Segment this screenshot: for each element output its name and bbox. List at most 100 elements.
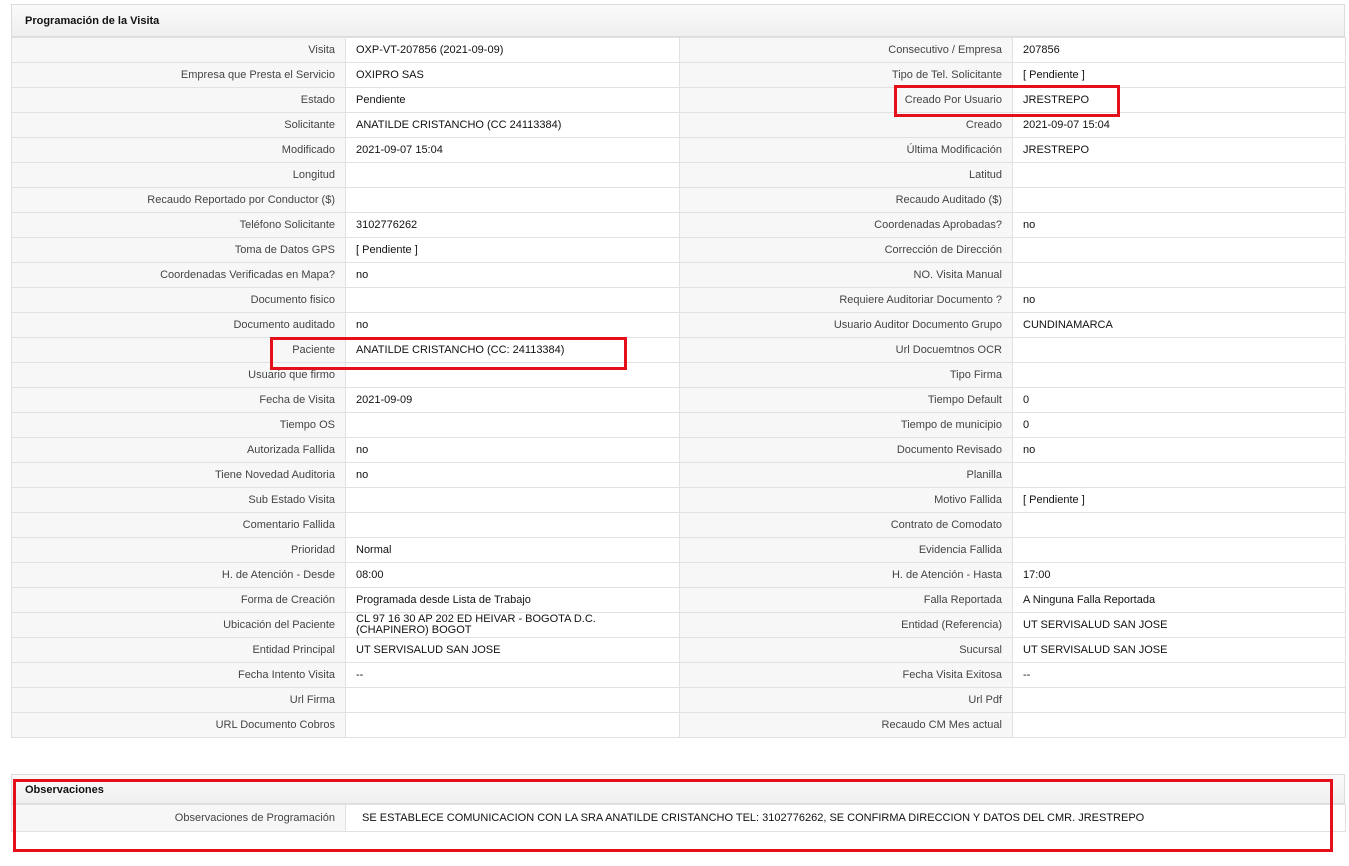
field-row: Documento auditado no Usuario Auditor Docu… bbox=[11, 312, 1346, 338]
field-label: Comentario Fallida bbox=[11, 512, 346, 538]
field-label: Documento auditado bbox=[11, 312, 346, 338]
field-label: Latitud bbox=[679, 162, 1013, 188]
field-value: no bbox=[1012, 437, 1346, 463]
field-row: Ubicación del Paciente CL 97 16 30 AP 202… bbox=[11, 612, 1346, 638]
field-row: Teléfono Solicitante 3102776262 Coordenada… bbox=[11, 212, 1346, 238]
field-label: Consecutivo / Empresa bbox=[679, 37, 1013, 63]
field-label: Longitud bbox=[11, 162, 346, 188]
field-label: Motivo Fallida bbox=[679, 487, 1013, 513]
programacion-panel: Programación de la Visita Visita OXP-VT-2… bbox=[11, 4, 1346, 738]
observaciones-title: Observaciones bbox=[11, 774, 1345, 804]
field-label: Planilla bbox=[679, 462, 1013, 488]
field-value: 0 bbox=[1012, 412, 1346, 438]
field-row: Fecha de Visita 2021-09-09 Tiempo Default 0 bbox=[11, 387, 1346, 413]
field-label: Estado bbox=[11, 87, 346, 113]
field-row: Toma de Datos GPS[ Pendiente ] Corrección… bbox=[11, 237, 1346, 263]
field-row: Solicitante ANATILDE CRISTANCHO (CC 24113… bbox=[11, 112, 1346, 138]
field-label: Usuario Auditor Documento Grupo bbox=[679, 312, 1013, 338]
field-label: Recaudo CM Mes actual bbox=[679, 712, 1013, 738]
field-label: Fecha Intento Visita bbox=[11, 662, 346, 688]
field-label: Recaudo Reportado por Conductor ($) bbox=[11, 187, 346, 213]
field-label: Solicitante bbox=[11, 112, 346, 138]
field-value bbox=[1012, 262, 1346, 288]
field-label: Forma de Creación bbox=[11, 587, 346, 613]
field-value: 17:00 bbox=[1012, 562, 1346, 588]
field-value: ANATILDE CRISTANCHO (CC 24113384) bbox=[345, 112, 680, 138]
field-row: Tiempo OS Tiempo de municipio 0 bbox=[11, 412, 1346, 438]
field-label: Teléfono Solicitante bbox=[11, 212, 346, 238]
field-label: H. de Atención - Hasta bbox=[679, 562, 1013, 588]
field-value bbox=[1012, 337, 1346, 363]
field-value: 2021-09-09 bbox=[345, 387, 680, 413]
field-label: Tipo de Tel. Solicitante bbox=[679, 62, 1013, 88]
field-label: NO. Visita Manual bbox=[679, 262, 1013, 288]
field-label: Url Firma bbox=[11, 687, 346, 713]
field-label: URL Documento Cobros bbox=[11, 712, 346, 738]
field-label: Documento fisico bbox=[11, 287, 346, 313]
field-label: Recaudo Auditado ($) bbox=[679, 187, 1013, 213]
field-label: Empresa que Presta el Servicio bbox=[11, 62, 346, 88]
field-value bbox=[1012, 462, 1346, 488]
field-row: Forma de Creación Programada desde Lista … bbox=[11, 587, 1346, 613]
field-label: Documento Revisado bbox=[679, 437, 1013, 463]
field-value: -- bbox=[345, 662, 680, 688]
observaciones-row: Observaciones de Programación SE ESTABLE… bbox=[11, 804, 1346, 832]
field-label: Modificado bbox=[11, 137, 346, 163]
field-label: Url Pdf bbox=[679, 687, 1013, 713]
field-value bbox=[1012, 362, 1346, 388]
field-value: UT SERVISALUD SAN JOSE bbox=[1012, 612, 1346, 638]
field-value: -- bbox=[1012, 662, 1346, 688]
observaciones-panel: Observaciones Observaciones de Programac… bbox=[11, 774, 1346, 832]
field-value bbox=[1012, 687, 1346, 713]
field-value: 08:00 bbox=[345, 562, 680, 588]
field-row: Paciente ANATILDE CRISTANCHO (CC: 2411338… bbox=[11, 337, 1346, 363]
field-label: Falla Reportada bbox=[679, 587, 1013, 613]
field-label: Fecha de Visita bbox=[11, 387, 346, 413]
field-label: Entidad (Referencia) bbox=[679, 612, 1013, 638]
observaciones-value: SE ESTABLECE COMUNICACION CON LA SRA ANA… bbox=[345, 804, 1346, 832]
field-value: no bbox=[345, 262, 680, 288]
field-value: no bbox=[1012, 212, 1346, 238]
field-value: 3102776262 bbox=[345, 212, 680, 238]
field-row: Comentario Fallida Contrato de Comodato bbox=[11, 512, 1346, 538]
observaciones-table: Observaciones de Programación SE ESTABLE… bbox=[11, 804, 1346, 832]
field-row: Autorizada Fallida no Documento Revisado no bbox=[11, 437, 1346, 463]
field-row: Fecha Intento Visita -- Fecha Visita Exito… bbox=[11, 662, 1346, 688]
field-value: A Ninguna Falla Reportada bbox=[1012, 587, 1346, 613]
field-value: OXP-VT-207856 (2021-09-09) bbox=[345, 37, 680, 63]
field-label: Entidad Principal bbox=[11, 637, 346, 663]
field-label: Contrato de Comodato bbox=[679, 512, 1013, 538]
field-label: Ubicación del Paciente bbox=[11, 612, 346, 638]
field-value: UT SERVISALUD SAN JOSE bbox=[1012, 637, 1346, 663]
field-value bbox=[345, 187, 680, 213]
programacion-title: Programación de la Visita bbox=[11, 4, 1345, 37]
field-row: Url Firma Url Pdf bbox=[11, 687, 1346, 713]
field-label: Visita bbox=[11, 37, 346, 63]
field-row: Visita OXP-VT-207856 (2021-09-09) Consecut… bbox=[11, 37, 1346, 63]
field-label: Coordenadas Verificadas en Mapa? bbox=[11, 262, 346, 288]
field-label: Tipo Firma bbox=[679, 362, 1013, 388]
field-value: no bbox=[345, 437, 680, 463]
field-label: Tiempo Default bbox=[679, 387, 1013, 413]
field-value: ANATILDE CRISTANCHO (CC: 24113384) bbox=[345, 337, 680, 363]
field-value: CL 97 16 30 AP 202 ED HEIVAR - BOGOTA D.… bbox=[345, 612, 680, 638]
field-label: Sub Estado Visita bbox=[11, 487, 346, 513]
field-value bbox=[1012, 512, 1346, 538]
field-value bbox=[345, 412, 680, 438]
field-value: Pendiente bbox=[345, 87, 680, 113]
field-value: UT SERVISALUD SAN JOSE bbox=[345, 637, 680, 663]
field-label: Fecha Visita Exitosa bbox=[679, 662, 1013, 688]
field-value bbox=[345, 687, 680, 713]
field-label: Coordenadas Aprobadas? bbox=[679, 212, 1013, 238]
field-row: H. de Atención - Desde 08:00 H. de Atenció… bbox=[11, 562, 1346, 588]
field-label: Sucursal bbox=[679, 637, 1013, 663]
field-row: Recaudo Reportado por Conductor ($) Recau… bbox=[11, 187, 1346, 213]
field-label: Creado bbox=[679, 112, 1013, 138]
field-label: Url Docuemtnos OCR bbox=[679, 337, 1013, 363]
field-value bbox=[345, 162, 680, 188]
field-value: 0 bbox=[1012, 387, 1346, 413]
field-label: Autorizada Fallida bbox=[11, 437, 346, 463]
field-value bbox=[345, 287, 680, 313]
field-label: Prioridad bbox=[11, 537, 346, 563]
field-value bbox=[345, 362, 680, 388]
